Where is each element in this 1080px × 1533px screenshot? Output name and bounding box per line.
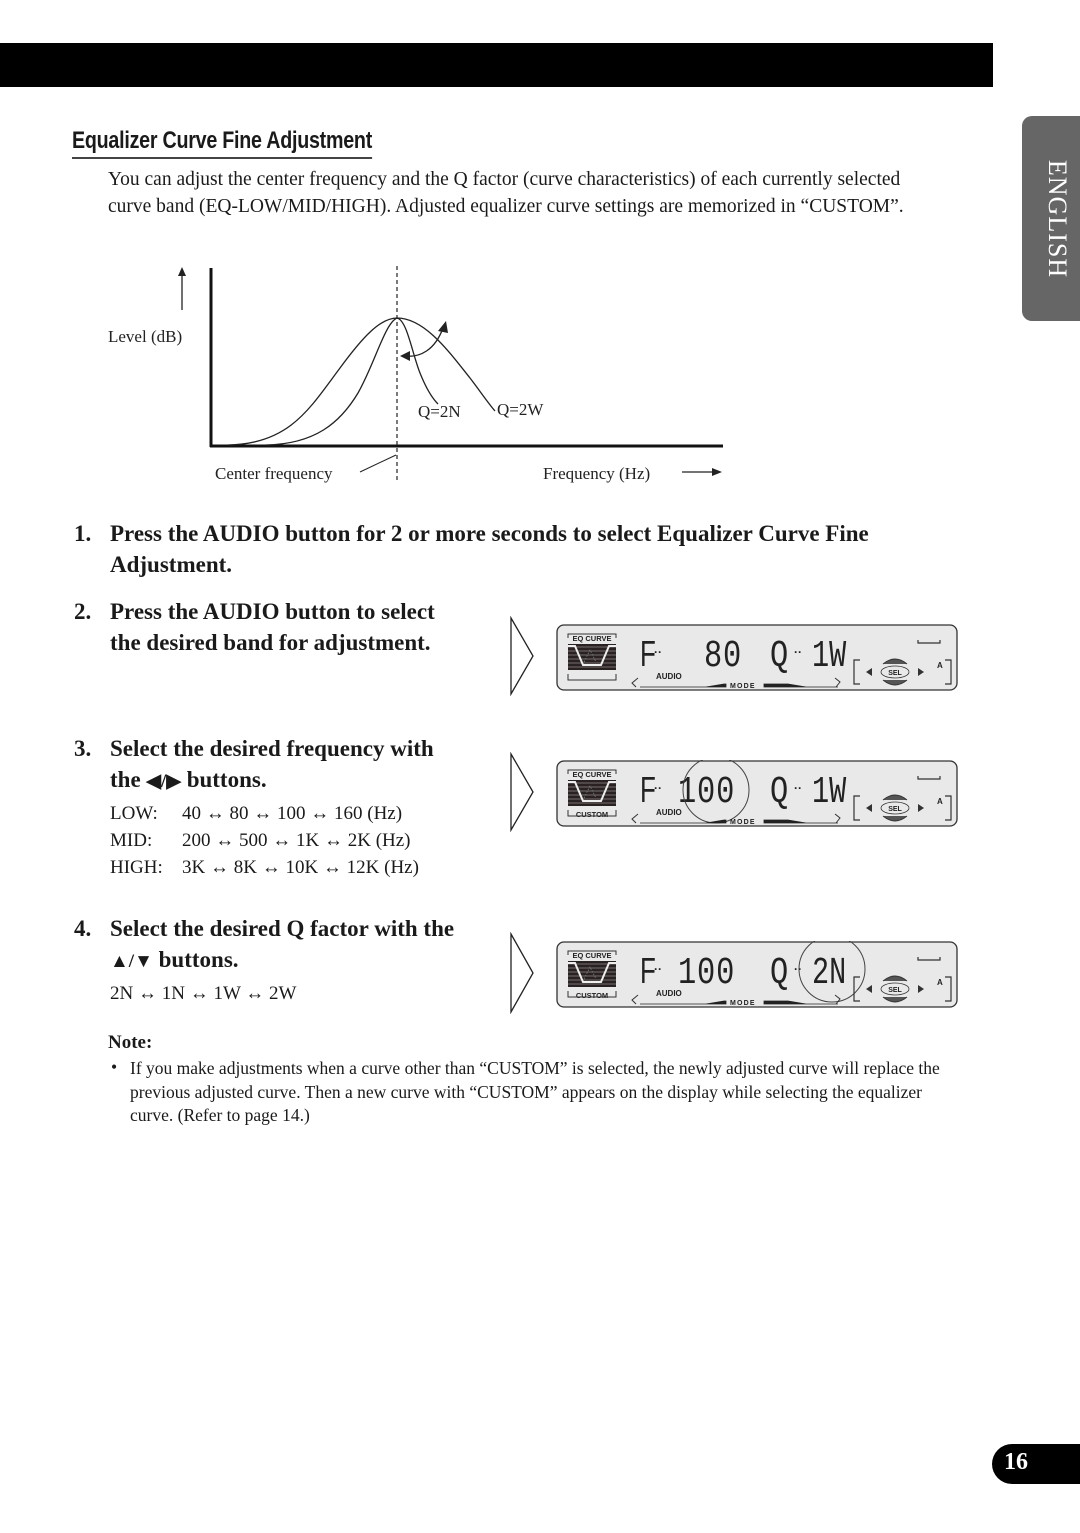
step-number: 2.: [74, 599, 92, 624]
step-text: Press the AUDIO button for 2 or more sec…: [110, 521, 869, 577]
step-number: 4.: [74, 916, 92, 941]
q-factor-sequence: 2N ↔ 1N ↔ 1W ↔ 2W: [110, 983, 297, 1004]
step-text: Press the AUDIO button to select the des…: [110, 599, 435, 655]
mode-label: MODE: [730, 819, 756, 826]
note-title: Note:: [108, 1032, 153, 1053]
q-separator: ··: [794, 962, 802, 976]
step-3: 3. Select the desired frequency with the…: [74, 733, 450, 797]
y-axis-label: Level (dB): [108, 327, 182, 346]
header-bar: [0, 43, 993, 87]
step-2: 2. Press the AUDIO button to select the …: [74, 596, 440, 658]
eq-curve-graphic-icon: [568, 961, 616, 987]
band-values: 200 ↔ 500 ↔ 1K ↔ 2K (Hz): [182, 830, 411, 851]
x-axis-label: Frequency (Hz): [543, 464, 650, 483]
lcd-display-3: EQ CURVE CUSTOM F ·· 100 Q ·· 2N AUDIO MODE A SEL: [556, 935, 958, 1008]
q-indicator: Q: [770, 771, 788, 814]
a-indicator: A: [937, 661, 943, 670]
step-text-end: buttons.: [152, 947, 239, 972]
band-values: 3K ↔ 8K ↔ 10K ↔ 12K (Hz): [182, 857, 419, 878]
step-number: 1.: [74, 521, 92, 546]
curve-label-2n: Q=2N: [418, 402, 461, 421]
eq-curve-label: EQ CURVE: [572, 770, 611, 779]
mode-label: MODE: [730, 1000, 756, 1007]
q-value: 1W: [812, 771, 847, 814]
band-label: HIGH:: [110, 857, 163, 878]
band-high: HIGH: 3K ↔ 8K ↔ 10K ↔ 12K (Hz): [110, 854, 419, 881]
q-indicator: Q: [770, 952, 788, 995]
f-separator: ··: [654, 645, 662, 659]
lcd-display-2: EQ CURVE CUSTOM F ·· 100 Q ·· 1W AUDIO MODE A SEL: [556, 756, 958, 827]
q-indicator: Q: [770, 635, 788, 678]
q-separator: ··: [794, 645, 802, 659]
band-label: LOW:: [110, 803, 158, 824]
mode-label: MODE: [730, 683, 756, 690]
q-value: 1W: [812, 635, 847, 678]
f-separator: ··: [654, 962, 662, 976]
pointer-triangle-icon: [510, 752, 534, 832]
a-indicator: A: [937, 978, 943, 987]
language-tab: ENGLISH: [1022, 116, 1080, 321]
curve-label-2w: Q=2W: [497, 400, 544, 419]
audio-label: AUDIO: [656, 808, 682, 817]
bullet-icon: •: [111, 1057, 118, 1077]
pointer-triangle-icon: [510, 616, 534, 696]
eq-curve-label: EQ CURVE: [572, 951, 611, 960]
band-mid: MID: 200 ↔ 500 ↔ 1K ↔ 2K (Hz): [110, 827, 411, 854]
eq-curve-label: EQ CURVE: [572, 634, 611, 643]
custom-label: CUSTOM: [576, 810, 608, 819]
pointer-triangle-icon: [510, 932, 534, 1014]
y-axis-arrowhead-icon: [178, 267, 186, 276]
band-label: MID:: [110, 830, 153, 851]
curve-q-2w: [227, 317, 496, 446]
left-right-arrows-icon: ◀/▶: [146, 771, 181, 792]
eq-curve-diagram: Level (dB) Q=2N Q=2W Center frequency Fr…: [108, 266, 723, 483]
eq-curve-graphic-icon: [568, 780, 616, 806]
custom-label: CUSTOM: [576, 991, 608, 1000]
q-separator: ··: [794, 781, 802, 795]
q-value: 2N: [812, 952, 846, 995]
q-arrowhead-left-icon: [400, 351, 410, 361]
frequency-value: 100: [678, 771, 735, 814]
x-axis-arrowhead-icon: [712, 468, 722, 476]
step-1: 1. Press the AUDIO button for 2 or more …: [74, 518, 930, 580]
step-number: 3.: [74, 736, 92, 761]
sel-label: SEL: [888, 670, 902, 677]
band-low: LOW: 40 ↔ 80 ↔ 100 ↔ 160 (Hz): [110, 800, 402, 827]
center-frequency-pointer: [359, 454, 397, 473]
sel-label: SEL: [888, 987, 902, 994]
eq-curve-graphic-icon: [568, 644, 616, 670]
sel-label: SEL: [888, 806, 902, 813]
audio-label: AUDIO: [656, 672, 682, 681]
step-text: Select the desired Q factor with the: [110, 916, 455, 941]
page-number-badge: 16: [992, 1444, 1080, 1484]
lcd-display-1: EQ CURVE F ·· 80 Q ·· 1W AUDIO MODE A SEL: [556, 624, 958, 691]
frequency-value: 100: [678, 952, 735, 995]
frequency-value: 80: [704, 635, 742, 678]
audio-label: AUDIO: [656, 989, 682, 998]
curve-q-2n: [265, 317, 439, 446]
section-title: Equalizer Curve Fine Adjustment: [72, 127, 372, 159]
step-text-end: buttons.: [180, 767, 267, 792]
language-tab-label: ENGLISH: [1043, 159, 1072, 278]
note-text: If you make adjustments when a curve oth…: [130, 1058, 940, 1125]
page-number: 16: [1004, 1449, 1028, 1475]
center-frequency-label: Center frequency: [215, 464, 333, 483]
f-separator: ··: [654, 781, 662, 795]
band-values: 40 ↔ 80 ↔ 100 ↔ 160 (Hz): [182, 803, 403, 824]
up-down-arrows-icon: ▲/▼: [110, 951, 153, 972]
q-arrowhead-up-icon: [438, 321, 448, 333]
step-4: 4. Select the desired Q factor with the …: [74, 913, 470, 977]
a-indicator: A: [937, 797, 943, 806]
intro-paragraph: You can adjust the center frequency and …: [108, 169, 904, 217]
